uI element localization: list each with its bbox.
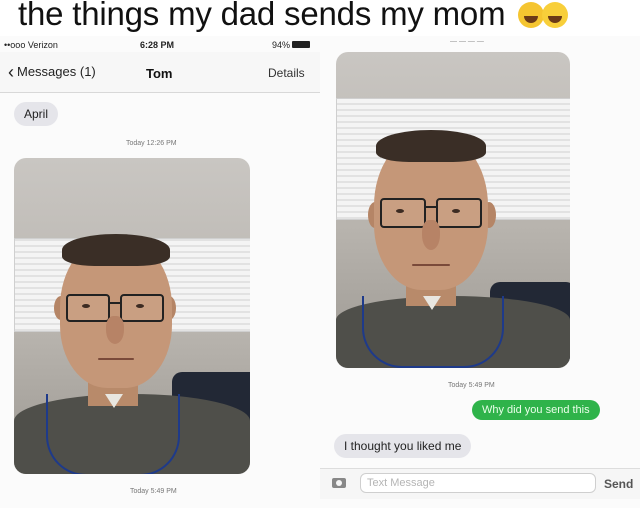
hair (376, 130, 486, 162)
right-screenshot: — — — — Today 5:49 PM Why did you send t… (320, 36, 640, 508)
left-screenshot: ••ooo Verizon 6:28 PM 94% ‹ Messages (1) … (0, 36, 320, 508)
message-bubble-outgoing[interactable]: Why did you send this (472, 400, 600, 420)
back-button[interactable]: ‹ Messages (1) (8, 62, 96, 82)
nose (106, 316, 124, 344)
back-label: Messages (1) (17, 64, 96, 79)
mouth (412, 264, 450, 266)
contact-name: Tom (146, 66, 173, 81)
glasses-lens (120, 294, 164, 322)
glasses-lens (380, 198, 426, 228)
meme-caption: the things my dad sends my mom (18, 0, 569, 34)
nose (422, 220, 440, 250)
status-bar: ••ooo Verizon 6:28 PM 94% (0, 36, 320, 52)
laughing-tears-icon (542, 2, 569, 28)
text-message-input[interactable] (360, 473, 596, 493)
message-bubble-incoming[interactable]: April (14, 102, 59, 126)
camera-icon[interactable] (332, 478, 346, 488)
conversation-nav-bar: ‹ Messages (1) Tom Details (0, 52, 320, 93)
crying-face-icon (518, 2, 545, 28)
send-button[interactable]: Send (604, 477, 633, 491)
eye (396, 209, 404, 213)
battery-percent: 94% (272, 40, 291, 50)
selfie-photo[interactable] (14, 158, 250, 474)
message-timestamp: Today 12:26 PM (126, 140, 177, 147)
eye (136, 304, 144, 308)
compose-bar: Send (320, 468, 640, 499)
glasses-bridge (424, 206, 436, 208)
message-bubble-incoming[interactable]: I thought you liked me (334, 434, 472, 458)
caption-text: the things my dad sends my mom (18, 0, 506, 32)
glasses-lens (436, 198, 482, 228)
details-button[interactable]: Details (268, 66, 305, 80)
selfie-photo[interactable] (336, 52, 570, 368)
chevron-left-icon: ‹ (8, 62, 14, 82)
message-timestamp: Today 5:49 PM (448, 382, 495, 389)
message-timestamp: Today 5:49 PM (130, 488, 177, 495)
mouth (98, 358, 134, 360)
eye (82, 304, 90, 308)
glasses-lens (66, 294, 110, 322)
eye (452, 209, 460, 213)
carrier-label: ••ooo Verizon (4, 40, 58, 50)
glasses-bridge (108, 302, 120, 304)
status-time: 6:28 PM (140, 40, 175, 50)
battery-icon (292, 41, 310, 48)
hair (62, 234, 170, 266)
cropped-timestamp: — — — — (450, 38, 484, 45)
